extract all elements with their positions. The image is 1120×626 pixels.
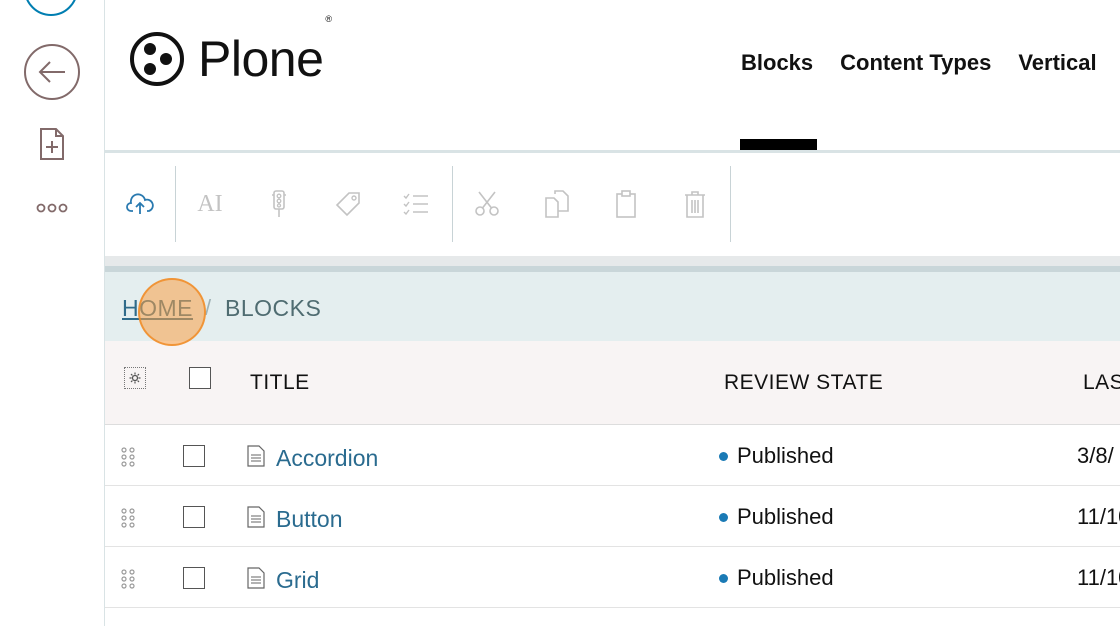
- add-document-icon[interactable]: [38, 126, 66, 162]
- nav-item-blocks[interactable]: Blocks: [741, 50, 813, 76]
- breadcrumb-home-link[interactable]: HOME: [122, 295, 193, 322]
- nav-active-indicator: [740, 139, 817, 150]
- drag-handle-icon[interactable]: [121, 447, 135, 467]
- row-title-link[interactable]: Grid: [276, 567, 319, 594]
- checklist-icon[interactable]: [401, 188, 431, 220]
- column-last-modified-header[interactable]: LAS: [1083, 371, 1120, 395]
- table-row: Grid Published 11/10: [105, 547, 1120, 608]
- column-settings-icon[interactable]: [124, 367, 146, 389]
- more-icon[interactable]: [36, 200, 68, 216]
- main-navigation: Blocks Content Types Vertical: [741, 50, 1120, 76]
- drag-handle-icon[interactable]: [121, 569, 135, 589]
- delete-icon[interactable]: [680, 188, 710, 220]
- row-checkbox[interactable]: [183, 567, 205, 589]
- last-modified: 11/10: [1077, 565, 1120, 590]
- table-header: TITLE REVIEW STATE LAS: [105, 341, 1120, 425]
- column-review-state-header[interactable]: REVIEW STATE: [724, 371, 883, 395]
- logo-text: Plone®: [198, 14, 332, 87]
- column-title-header[interactable]: TITLE: [250, 371, 310, 395]
- breadcrumb: HOME / BLOCKS: [105, 272, 1120, 341]
- toolbar-separator: [452, 166, 453, 242]
- ai-icon[interactable]: AI: [195, 188, 225, 220]
- state-dot-icon: [719, 573, 728, 583]
- plone-logo-icon: [130, 32, 184, 86]
- state-dot-icon: [719, 512, 728, 522]
- upload-icon[interactable]: [125, 188, 155, 220]
- nav-item-vertical[interactable]: Vertical: [1018, 50, 1096, 76]
- state-icon[interactable]: [264, 188, 294, 220]
- document-icon: [247, 445, 265, 467]
- back-icon[interactable]: [24, 44, 80, 100]
- state-dot-icon: [719, 451, 728, 461]
- left-toolbar: [0, 0, 105, 626]
- site-header: Plone® Blocks Content Types Vertical: [105, 0, 1120, 151]
- review-state: Published: [719, 443, 834, 469]
- paste-icon[interactable]: [611, 188, 641, 220]
- row-title-link[interactable]: Button: [276, 506, 343, 533]
- document-icon: [247, 567, 265, 589]
- last-modified: 3/8/: [1077, 443, 1114, 468]
- plone-logo[interactable]: Plone®: [130, 14, 332, 88]
- review-state: Published: [719, 565, 834, 591]
- table-row: Button Published 11/10: [105, 486, 1120, 547]
- contents-toolbar: AI: [105, 153, 1120, 256]
- toolbar-separator: [175, 166, 176, 242]
- row-checkbox[interactable]: [183, 445, 205, 467]
- drag-handle-icon[interactable]: [121, 508, 135, 528]
- user-icon[interactable]: [24, 0, 78, 16]
- review-state: Published: [719, 504, 834, 530]
- tag-icon[interactable]: [333, 188, 363, 220]
- breadcrumb-current: BLOCKS: [225, 295, 322, 321]
- toolbar-separator: [730, 166, 731, 242]
- select-all-checkbox[interactable]: [189, 367, 211, 389]
- copy-icon[interactable]: [542, 188, 572, 220]
- breadcrumb-separator: /: [205, 295, 212, 320]
- cut-icon[interactable]: [472, 188, 502, 220]
- last-modified: 11/10: [1077, 504, 1120, 529]
- row-title-link[interactable]: Accordion: [276, 445, 378, 472]
- row-checkbox[interactable]: [183, 506, 205, 528]
- nav-item-content-types[interactable]: Content Types: [840, 50, 991, 76]
- document-icon: [247, 506, 265, 528]
- table-row: Accordion Published 3/8/: [105, 425, 1120, 486]
